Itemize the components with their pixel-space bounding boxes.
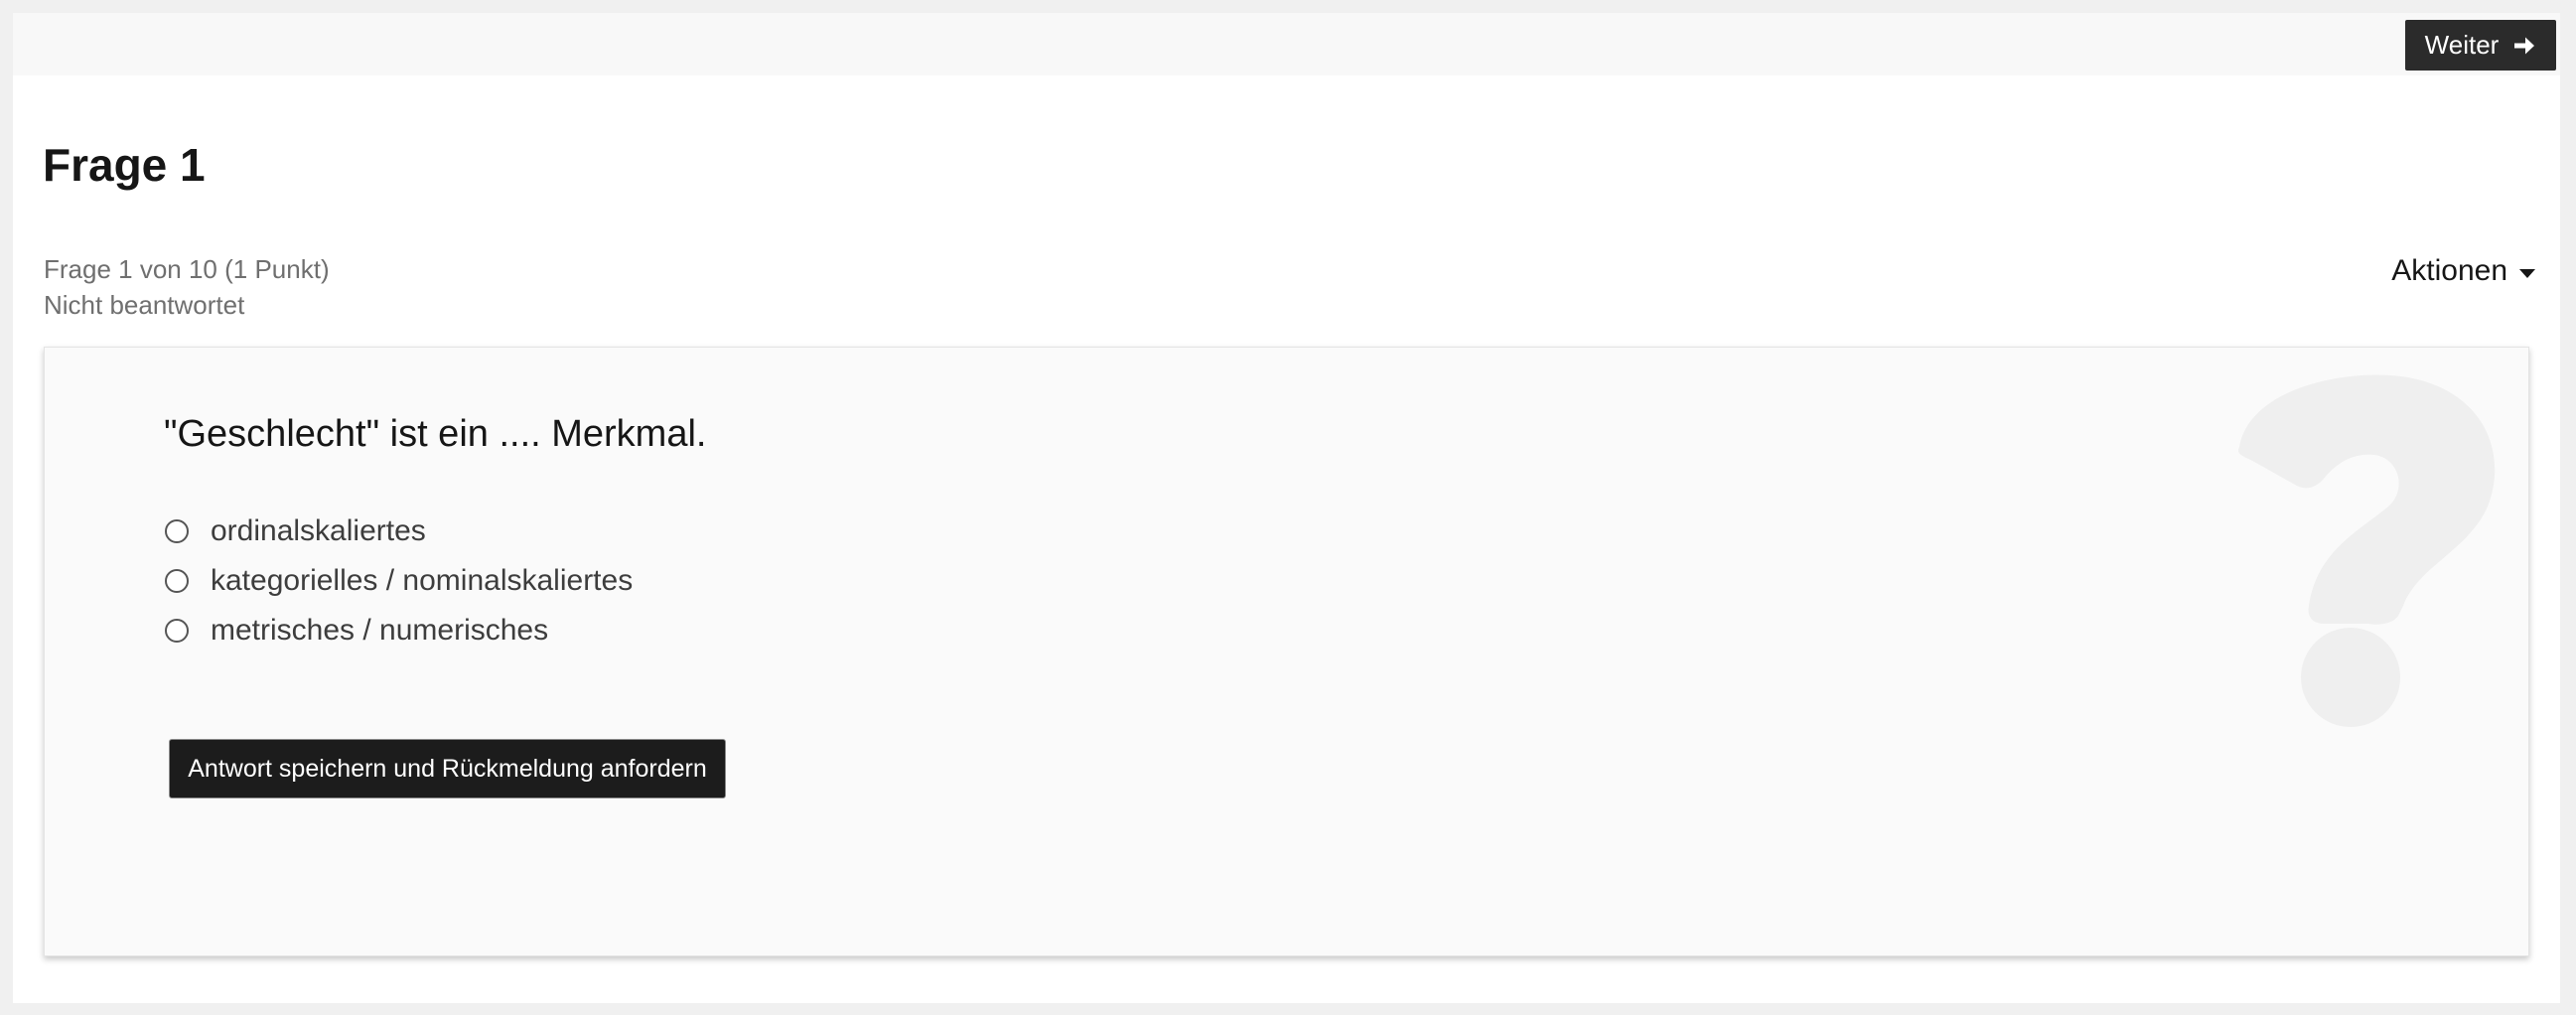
question-text: "Geschlecht" ist ein .... Merkmal. [164, 413, 707, 455]
page-title: Frage 1 [43, 139, 206, 191]
arrow-right-icon [2514, 37, 2535, 54]
answer-option-label: ordinalskaliertes [211, 514, 426, 547]
actions-dropdown[interactable]: Aktionen [2391, 254, 2535, 288]
answer-option-label: kategorielles / nominalskaliertes [211, 564, 634, 597]
radio-button[interactable] [165, 519, 189, 543]
actions-label: Aktionen [2391, 254, 2507, 287]
question-info: Frage 1 von 10 (1 Punkt) Nicht beantwort… [44, 251, 330, 323]
radio-button[interactable] [165, 619, 189, 643]
quiz-page: Weiter Frage 1 Frage 1 von 10 (1 Punkt) … [13, 13, 2560, 1003]
question-status: Nicht beantwortet [44, 290, 245, 320]
answer-option[interactable]: kategorielles / nominalskaliertes [165, 556, 633, 606]
answer-option[interactable]: ordinalskaliertes [165, 507, 633, 556]
answer-options: ordinalskaliertes kategorielles / nomina… [165, 507, 633, 655]
radio-button[interactable] [165, 569, 189, 593]
question-progress: Frage 1 von 10 (1 Punkt) [44, 254, 330, 284]
top-navigation-bar: Weiter [13, 13, 2560, 75]
submit-answer-button[interactable]: Antwort speichern und Rückmeldung anford… [169, 739, 726, 798]
question-card: "Geschlecht" ist ein .... Merkmal. ordin… [44, 347, 2529, 956]
question-mark-icon [2237, 374, 2496, 727]
next-button[interactable]: Weiter [2405, 20, 2556, 71]
answer-option[interactable]: metrisches / numerisches [165, 606, 633, 655]
caret-down-icon [2519, 268, 2535, 278]
answer-option-label: metrisches / numerisches [211, 614, 549, 647]
next-button-label: Weiter [2424, 30, 2500, 60]
